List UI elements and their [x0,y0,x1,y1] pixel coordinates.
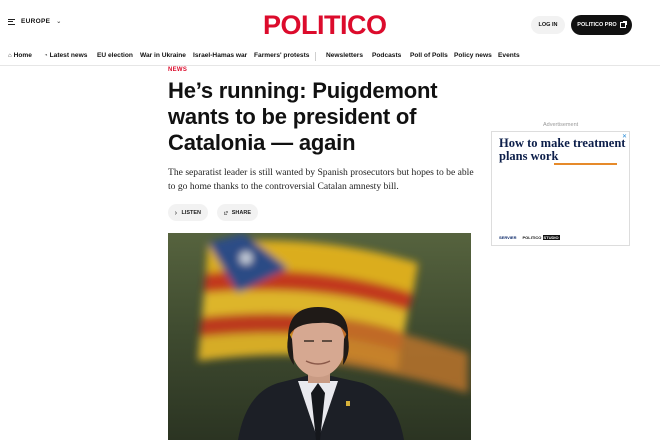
main-nav: ⌂ Home ◔ Latest news EU election War in … [0,48,660,66]
menu-icon[interactable] [8,18,15,25]
ad-title[interactable]: How to make treatment plans work [499,137,627,163]
chevron-down-icon: ⌄ [56,19,62,25]
edition-label: EUROPE [21,18,51,25]
ad-brands: SERVIER POLITICO STUDIO [499,235,560,240]
advertisement[interactable]: ✕ How to make treatment plans work SERVI… [491,131,630,246]
nav-item-latest-news[interactable]: ◔ Latest news [44,52,87,59]
nav-item-home[interactable]: ⌂ Home [8,52,32,59]
nav-item-podcasts[interactable]: Podcasts [372,52,401,59]
puigdemont-photo [168,233,471,440]
politico-pro-button[interactable]: POLITICO PRO [571,15,632,35]
share-label: SHARE [231,209,251,216]
ad-label: Advertisement [543,122,579,128]
article-hero-image [168,233,471,440]
ad-brand-politico: POLITICO [522,235,542,240]
nav-item-events[interactable]: Events [498,52,520,59]
nav-divider [315,52,316,61]
nav-item-farmers-protests[interactable]: Farmers' protests [254,52,309,59]
article-kicker[interactable]: NEWS [168,67,187,73]
play-icon [175,210,178,215]
nav-item-war-in-ukraine[interactable]: War in Ukraine [140,52,186,59]
home-icon: ⌂ [8,52,12,59]
nav-item-policy-news[interactable]: Policy news [454,52,492,59]
share-button[interactable]: SHARE [217,204,258,221]
nav-item-label: Latest news [49,52,88,59]
politico-pro-label: POLITICO PRO [577,22,617,28]
login-button[interactable]: LOG IN [531,16,565,34]
nav-item-eu-election[interactable]: EU election [97,52,133,59]
share-icon [224,210,228,215]
ad-brand-politico-studio: POLITICO STUDIO [523,235,560,240]
nav-item-label: Home [13,52,32,59]
clock-icon: ◔ [44,52,48,59]
article-headline: He’s running: Puigdemont wants to be pre… [168,78,438,155]
ad-brand-studio-badge: STUDIO [542,235,560,240]
ad-brand-servier: SERVIER [499,235,517,240]
site-logo[interactable]: POLITICO [263,10,387,41]
nav-item-newsletters[interactable]: Newsletters [326,52,363,59]
nav-item-poll-of-polls[interactable]: Poll of Polls [410,52,448,59]
nav-item-israel-hamas-war[interactable]: Israel-Hamas war [193,52,247,59]
listen-button[interactable]: LISTEN [168,204,208,221]
ad-underline [554,163,617,165]
edition-selector[interactable]: EUROPE ⌄ [8,18,62,25]
listen-label: LISTEN [181,209,201,216]
external-link-icon [619,21,627,28]
article-dek: The separatist leader is still wanted by… [168,167,474,192]
site-header: EUROPE ⌄ POLITICO LOG IN POLITICO PRO [0,0,660,48]
